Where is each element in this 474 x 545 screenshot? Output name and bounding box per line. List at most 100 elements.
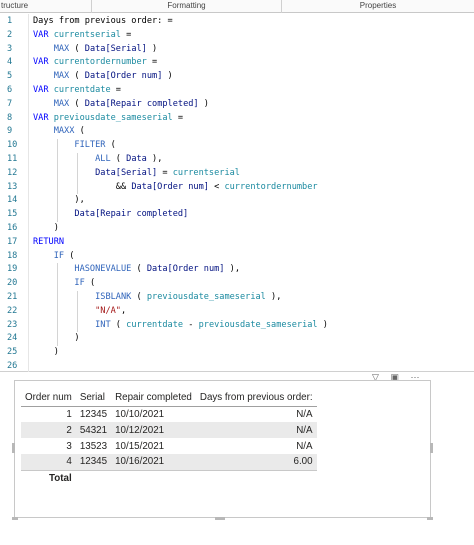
cell-serial: 54321 <box>75 422 112 438</box>
code-line[interactable]: 12 Data[Serial] = currentserial <box>0 167 474 181</box>
code-line[interactable]: 19 HASONEVALUE ( Data[Order num] ), <box>0 263 474 277</box>
line-number: 19 <box>7 264 18 275</box>
code-line[interactable]: 20 IF ( <box>0 277 474 291</box>
cell-repair-completed: 10/12/2021 <box>111 422 196 438</box>
tab-structure[interactable]: tructure <box>0 0 92 13</box>
code-line[interactable]: 17 RETURN <box>0 236 474 250</box>
code-line[interactable]: 21 ISBLANK ( previousdate_sameserial ), <box>0 291 474 305</box>
code-text: RETURN <box>33 236 65 247</box>
cell-days-from-previous-order: N/A <box>296 440 313 452</box>
line-number: 3 <box>7 43 13 54</box>
code-line[interactable]: 8 VAR previousdate_sameserial = <box>0 112 474 126</box>
code-text: ISBLANK ( previousdate_sameserial ), <box>95 292 282 302</box>
data-table: Order num Serial Repair completed Days f… <box>21 389 317 487</box>
code-line[interactable]: 22 "N/A", <box>0 305 474 319</box>
resize-handle-bottom-left[interactable] <box>12 517 18 520</box>
code-text: IF ( <box>53 250 75 261</box>
cell-days-from-previous-order: N/A <box>296 408 313 420</box>
table-total-row: Total <box>21 469 317 487</box>
code-line[interactable]: 11 ALL ( Data ), <box>0 153 474 167</box>
cell-days-from-previous-order: N/A <box>195 422 317 438</box>
line-number: 15 <box>7 209 18 220</box>
code-text: ) <box>33 347 59 358</box>
line-number: 10 <box>7 140 18 151</box>
code-line[interactable]: 25 ) <box>0 346 474 360</box>
code-text: Data[Serial] = currentserial <box>95 167 240 178</box>
line-number: 18 <box>7 250 18 261</box>
line-number: 23 <box>7 319 18 330</box>
code-line[interactable]: 2 VAR currentserial = <box>0 29 474 43</box>
code-text: VAR previousdate_sameserial = <box>33 112 184 123</box>
cell-order-num: 3 <box>66 440 72 452</box>
resize-handle-bottom[interactable] <box>215 517 225 520</box>
cell-order-num: 2 <box>21 422 76 438</box>
line-number: 1 <box>7 16 13 26</box>
line-number: 22 <box>7 305 18 316</box>
column-header-order-num[interactable]: Order num <box>21 389 76 407</box>
line-number: 21 <box>7 292 18 302</box>
code-text: HASONEVALUE ( Data[Order num] ), <box>74 264 240 275</box>
code-text: VAR currentserial = <box>33 29 132 40</box>
code-line[interactable]: 15 Data[Repair completed] <box>0 208 474 222</box>
line-number: 24 <box>7 333 18 344</box>
code-line[interactable]: 16 ) <box>0 222 474 236</box>
code-line[interactable]: 24 ) <box>0 332 474 346</box>
resize-handle-bottom-right[interactable] <box>427 517 433 520</box>
code-text: IF ( <box>74 278 96 289</box>
code-text: Days from previous order: = <box>33 16 173 26</box>
line-number: 7 <box>7 98 13 109</box>
code-line[interactable]: 23 INT ( currentdate - previousdate_same… <box>0 319 474 333</box>
table-header-row: Order num Serial Repair completed Days f… <box>21 389 317 407</box>
code-line[interactable]: 18 IF ( <box>0 250 474 264</box>
code-line[interactable]: 3 MAX ( Data[Serial] ) <box>0 43 474 57</box>
code-text: MAX ( Data[Order num] ) <box>53 71 173 82</box>
dax-formula-editor[interactable]: 1 Days from previous order: = 2 VAR current… <box>0 14 474 372</box>
cell-repair-completed: 10/10/2021 <box>115 408 165 420</box>
line-number: 12 <box>7 167 18 178</box>
code-line[interactable]: 7 MAX ( Data[Repair completed] ) <box>0 98 474 112</box>
total-label: Total <box>21 469 76 487</box>
code-text: ), <box>33 195 85 206</box>
tab-properties[interactable]: Properties <box>282 0 474 13</box>
code-line[interactable]: 14 ), <box>0 194 474 208</box>
code-text: MAXX ( <box>53 126 85 137</box>
line-number: 9 <box>7 126 13 137</box>
column-header-serial[interactable]: Serial <box>75 389 112 407</box>
line-number: 13 <box>7 181 18 192</box>
cell-days-from-previous-order: 6.00 <box>195 454 317 470</box>
resize-handle-left[interactable] <box>12 443 15 453</box>
line-number: 17 <box>7 236 18 247</box>
line-number: 14 <box>7 195 18 206</box>
code-line[interactable]: 1 Days from previous order: = <box>0 15 474 29</box>
code-line[interactable]: 4 VAR currentordernumber = <box>0 56 474 70</box>
code-text: && Data[Order num] < currentordernumber <box>33 181 318 192</box>
resize-handle-right[interactable] <box>430 443 433 453</box>
line-number: 25 <box>7 347 18 358</box>
cell-order-num: 4 <box>21 454 76 470</box>
code-text: VAR currentordernumber = <box>33 57 158 68</box>
column-header-repair-completed[interactable]: Repair completed <box>111 389 196 407</box>
indent-guide <box>57 139 58 222</box>
line-number: 2 <box>7 29 13 40</box>
line-number: 11 <box>7 154 18 164</box>
table-row: 2 54321 10/12/2021 N/A <box>21 422 317 438</box>
indent-guide <box>77 153 78 195</box>
table-visual[interactable]: Order num Serial Repair completed Days f… <box>12 380 433 520</box>
code-text: "N/A", <box>95 305 127 316</box>
code-line[interactable]: 13 && Data[Order num] < currentordernumb… <box>0 181 474 195</box>
line-number: 5 <box>7 71 13 82</box>
code-text: MAX ( Data[Serial] ) <box>53 43 158 54</box>
line-number: 4 <box>7 57 13 68</box>
cell-serial: 12345 <box>75 454 112 470</box>
tab-formatting[interactable]: Formatting <box>92 0 282 13</box>
table-row: 1 12345 10/10/2021 N/A <box>21 406 317 422</box>
code-text: VAR currentdate = <box>33 85 121 95</box>
code-line[interactable]: 5 MAX ( Data[Order num] ) <box>0 70 474 84</box>
column-header-days-from-previous-order[interactable]: Days from previous order: <box>195 389 317 407</box>
line-number: 6 <box>7 85 13 95</box>
code-line[interactable]: 9 MAXX ( <box>0 125 474 139</box>
indent-guide <box>77 291 78 333</box>
pane-tabs: tructure Formatting Properties <box>0 0 474 13</box>
code-line[interactable]: 10 FILTER ( <box>0 139 474 153</box>
code-line[interactable]: 6 VAR currentdate = <box>0 84 474 98</box>
